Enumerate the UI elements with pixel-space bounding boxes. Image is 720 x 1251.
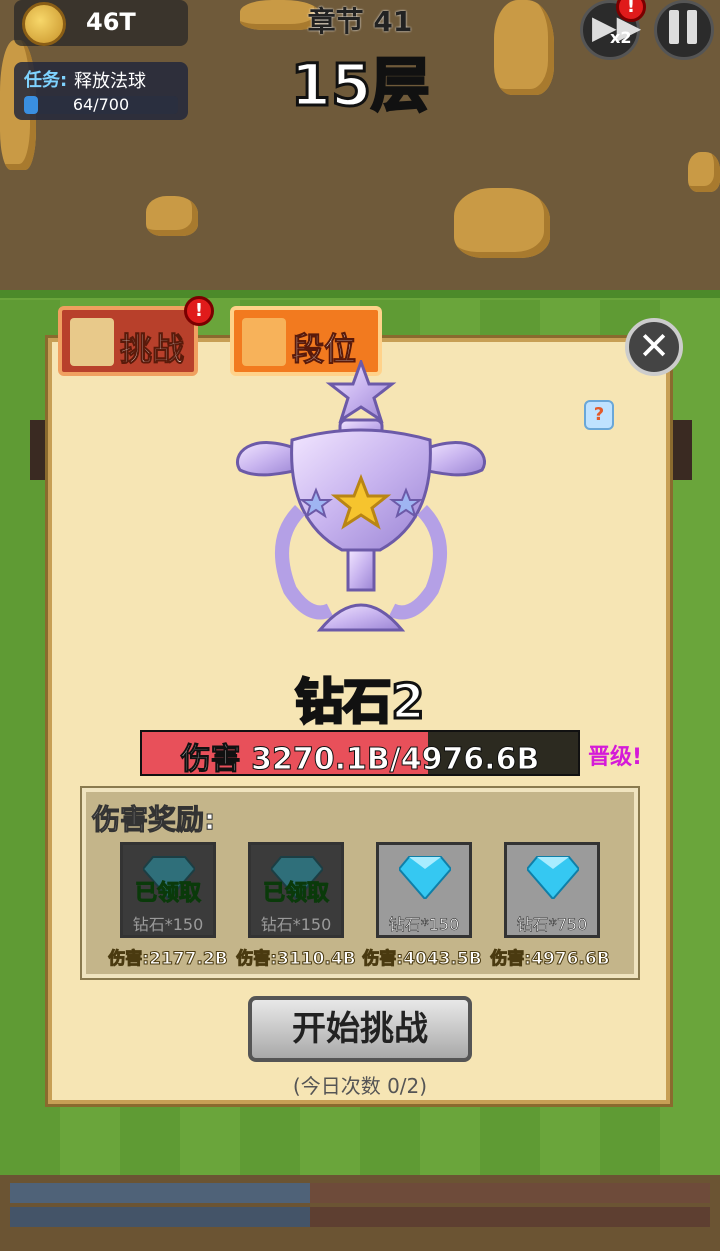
reward-slot-2[interactable]: 已领取 钻石*150: [248, 842, 344, 938]
diamond-icon: [399, 856, 451, 899]
reward-label: 钻石*150: [260, 915, 332, 934]
pause-icon: [669, 10, 699, 44]
reward-label: 钻石*750: [516, 915, 588, 935]
coin-icon: [22, 2, 66, 46]
rewards-title: 伤害奖励:: [91, 803, 216, 837]
reward-damage-2: 伤害:3110.4B: [236, 949, 356, 970]
reward-damage-4: 伤害:4976.6B: [490, 949, 610, 970]
challenge-alert-icon: !: [184, 296, 214, 326]
stone-wall: [0, 1175, 720, 1251]
task-progress-text: 64/700: [72, 95, 130, 114]
reward-label: 钻石*150: [388, 915, 460, 935]
reward-label: 钻石*150: [132, 915, 204, 934]
scroll-icon: [70, 318, 114, 366]
reward-slot-4[interactable]: 钻石*750: [504, 842, 600, 938]
task-label: 任务:: [24, 70, 68, 91]
claimed-label: 已领取: [262, 881, 329, 907]
archer-icon: [242, 318, 286, 366]
rock: [688, 152, 720, 192]
close-button[interactable]: ✕: [625, 318, 683, 376]
diamond-icon: [527, 856, 579, 899]
tab-challenge-label: 挑战: [119, 330, 185, 369]
floor-title: 15层: [289, 50, 431, 121]
rank-name: 钻石2: [294, 673, 426, 732]
promote-label[interactable]: 晋级!: [588, 739, 642, 771]
diamond-trophy-icon: [236, 360, 486, 632]
rock: [146, 196, 198, 236]
reward-damage-3: 伤害:4043.5B: [362, 949, 482, 970]
help-icon[interactable]: ?: [584, 400, 614, 430]
start-challenge-button[interactable]: 开始挑战: [248, 996, 472, 1062]
task-name: 释放法球: [74, 71, 146, 92]
claimed-label: 已领取: [134, 881, 201, 907]
reward-damage-1: 伤害:2177.2B: [108, 949, 228, 970]
tab-challenge[interactable]: 挑战: [58, 306, 198, 376]
daily-attempts: (今日次数 0/2): [292, 1074, 428, 1098]
speed-multiplier: x2: [610, 28, 632, 47]
reward-slot-3[interactable]: 钻石*150: [376, 842, 472, 938]
chapter-title: 章节 41: [307, 5, 413, 38]
enemy-left: [30, 420, 50, 480]
reward-slot-1[interactable]: 已领取 钻石*150: [120, 842, 216, 938]
damage-progress-text: 伤害 3270.1B/4976.6B: [180, 742, 540, 778]
rock: [494, 0, 554, 95]
coin-amount: 46T: [86, 8, 136, 36]
enemy-right: [672, 420, 692, 480]
rock: [454, 188, 550, 258]
